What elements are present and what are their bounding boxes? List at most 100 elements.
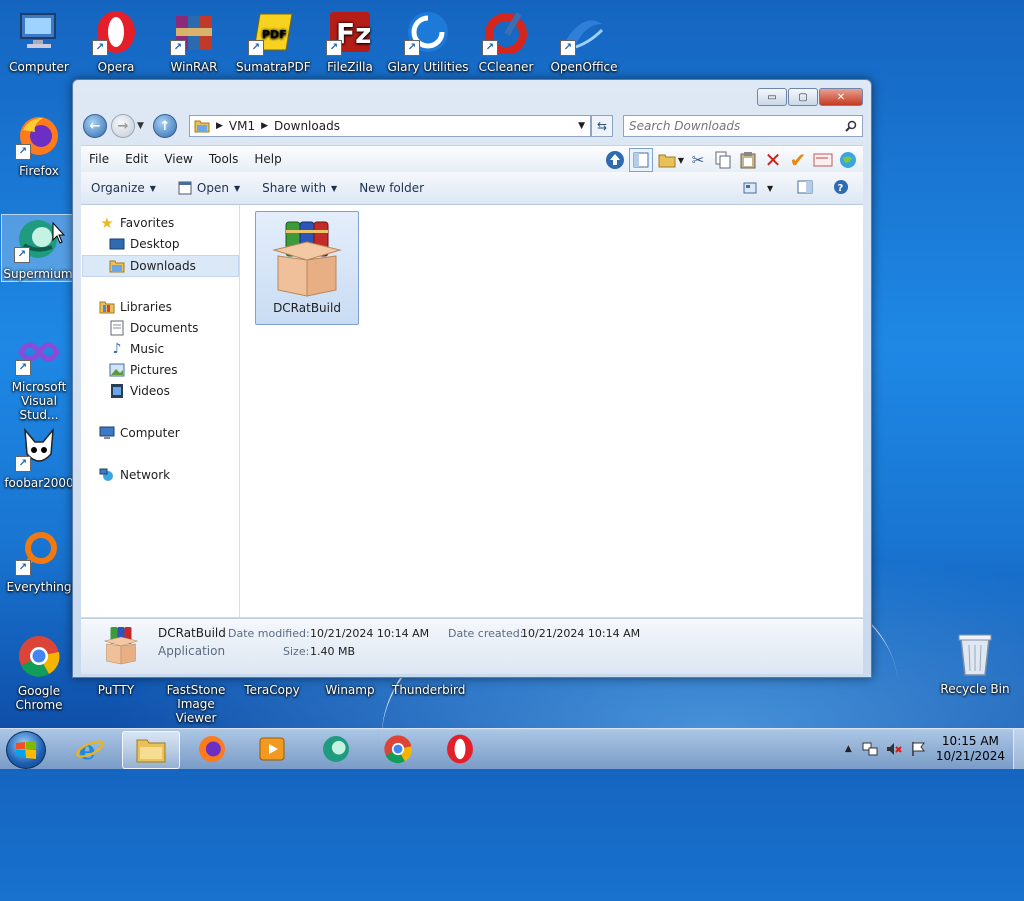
winrar-archive-icon (103, 627, 139, 665)
back-button[interactable]: ← (83, 114, 107, 138)
nav-pictures[interactable]: Pictures (109, 360, 178, 380)
desktop-icon-filezilla[interactable]: Fz ↗ FileZilla (314, 8, 386, 74)
network-icon (99, 467, 115, 483)
menu-file[interactable]: File (81, 152, 117, 166)
menu-edit[interactable]: Edit (117, 152, 156, 166)
organize-button[interactable]: Organize ▼ (81, 181, 168, 195)
file-list-area[interactable]: DCRatBuild (240, 205, 863, 617)
cut-icon[interactable]: ✂ (687, 149, 709, 171)
taskbar-internet-explorer[interactable]: e (62, 731, 118, 767)
menu-help[interactable]: Help (246, 152, 289, 166)
desktop-icon-glary-utilities[interactable]: ↗ Glary Utilities (388, 8, 469, 74)
up-arrow-icon: ↑ (159, 118, 171, 134)
nav-favorites[interactable]: ★ Favorites (99, 213, 174, 233)
desktop-icon-recycle-bin[interactable]: Recycle Bin (939, 630, 1011, 696)
nav-desktop[interactable]: Desktop (109, 234, 180, 254)
desktop-icon-everything[interactable]: ↗ Everything (3, 528, 75, 594)
desktop-icon-opera[interactable]: ↗ Opera (80, 8, 152, 74)
clock[interactable]: 10:15 AM 10/21/2024 (936, 734, 1005, 764)
taskbar-chrome[interactable] (370, 731, 426, 767)
search-input[interactable] (624, 118, 845, 134)
properties-icon[interactable] (812, 149, 834, 171)
detail-file-name: DCRatBuild (158, 626, 226, 640)
checkmark-icon[interactable]: ✔ (787, 148, 809, 172)
desktop-icon-label: Glary Utilities (387, 60, 469, 74)
minimize-button[interactable]: ▭ (757, 88, 787, 106)
volume-muted-icon[interactable] (886, 741, 902, 757)
nav-computer-label: Computer (120, 426, 180, 440)
desktop-icon-foobar2000[interactable]: ↗ foobar2000 (3, 424, 75, 490)
desktop-icon-faststone[interactable]: FastStone Image Viewer (158, 683, 234, 725)
globe-icon[interactable] (837, 149, 859, 171)
help-button[interactable]: ? (833, 179, 849, 198)
forward-button[interactable]: → (111, 114, 135, 138)
delete-icon[interactable]: ✕ (762, 148, 784, 172)
up-button[interactable]: ↑ (153, 114, 177, 138)
panes-icon[interactable] (628, 148, 653, 172)
desktop-icon-ccleaner[interactable]: ↗ CCleaner (470, 8, 542, 74)
show-hidden-icons-chevron-icon[interactable]: ▲ (845, 744, 852, 754)
desktop-icon-visual-studio[interactable]: ↗ Microsoft Visual Stud... (3, 328, 75, 422)
refresh-button[interactable]: ⇆ (591, 115, 613, 137)
paste-icon[interactable] (737, 149, 759, 171)
taskbar-supermium[interactable] (308, 731, 364, 767)
open-button[interactable]: Open ▼ (168, 181, 252, 195)
taskbar-windows-explorer[interactable] (122, 731, 180, 769)
maximize-button[interactable]: ▢ (788, 88, 818, 106)
nav-documents[interactable]: Documents (109, 318, 198, 338)
search-box[interactable] (623, 115, 863, 137)
taskbar-firefox[interactable] (184, 731, 240, 767)
internet-explorer-icon: e (76, 736, 104, 764)
taskbar-opera[interactable] (432, 731, 488, 767)
share-with-button[interactable]: Share with ▼ (252, 181, 349, 195)
search-icon[interactable] (845, 120, 857, 132)
start-button[interactable] (6, 731, 46, 769)
desktop-icon-computer[interactable]: Computer (3, 8, 75, 74)
recent-pages-chevron-icon[interactable]: ▼ (137, 121, 144, 131)
star-icon: ★ (100, 214, 114, 232)
desktop-icon-thunderbird[interactable]: Thunderbird (392, 683, 465, 697)
nav-videos[interactable]: Videos (109, 381, 170, 401)
desktop-icon-putty[interactable]: PuTTY (80, 683, 152, 697)
network-status-icon[interactable] (862, 741, 878, 757)
up-folder-icon[interactable] (604, 149, 626, 171)
explorer-window[interactable]: ▭ ▢ ✕ ← → ▼ ↑ ▶ VM1 ▶ Downloads ▼ ⇆ Sear… (72, 79, 872, 678)
address-dropdown-icon[interactable]: ▼ (578, 121, 585, 131)
desktop-icon-firefox[interactable]: ↗ Firefox (3, 112, 75, 178)
desktop-icon-teracopy[interactable]: TeraCopy (236, 683, 308, 697)
folder-options-chevron-icon[interactable]: ▼ (678, 156, 684, 165)
address-bar[interactable]: ▶ VM1 ▶ Downloads ▼ (189, 115, 591, 137)
folder-options-icon[interactable] (656, 149, 678, 171)
breadcrumb-downloads[interactable]: Downloads (274, 119, 340, 133)
menu-view[interactable]: View (156, 152, 200, 166)
desktop-icon-label: Recycle Bin (940, 682, 1010, 696)
close-button[interactable]: ✕ (819, 88, 863, 106)
view-options-button[interactable]: ▼ (743, 182, 773, 194)
nav-downloads[interactable]: Downloads (82, 255, 239, 277)
nav-music[interactable]: ♪ Music (109, 339, 165, 359)
new-folder-button[interactable]: New folder (349, 181, 436, 195)
desktop-icon-label: Computer (9, 60, 69, 74)
action-center-flag-icon[interactable] (910, 741, 926, 757)
desktop-icon-openoffice[interactable]: ↗ OpenOffice (548, 8, 620, 74)
nav-desktop-label: Desktop (130, 237, 180, 251)
desktop-icon-google-chrome[interactable]: Google Chrome (3, 632, 75, 712)
preview-pane-button[interactable] (797, 180, 813, 197)
file-item-dcratbuild[interactable]: DCRatBuild (255, 211, 359, 325)
shortcut-arrow-icon: ↗ (404, 40, 420, 56)
navigation-row: ← → ▼ ↑ ▶ VM1 ▶ Downloads ▼ ⇆ (81, 113, 863, 139)
show-desktop-button[interactable] (1013, 729, 1024, 769)
desktop-icon-winrar[interactable]: ↗ WinRAR (158, 8, 230, 74)
menu-tools[interactable]: Tools (201, 152, 247, 166)
shortcut-arrow-icon: ↗ (14, 247, 30, 263)
nav-computer[interactable]: Computer (99, 423, 180, 443)
desktop-icon-label: foobar2000 (4, 476, 74, 490)
breadcrumb-vm1[interactable]: VM1 (229, 119, 255, 133)
nav-network[interactable]: Network (99, 465, 170, 485)
nav-libraries[interactable]: Libraries (99, 297, 172, 317)
taskbar-media-player[interactable] (244, 731, 300, 767)
copy-icon[interactable] (712, 149, 734, 171)
detail-file-type: Application (158, 644, 226, 658)
desktop-icon-winamp[interactable]: Winamp (314, 683, 386, 697)
desktop-icon-sumatrapdf[interactable]: PDF ↗ SumatraPDF (236, 8, 311, 74)
